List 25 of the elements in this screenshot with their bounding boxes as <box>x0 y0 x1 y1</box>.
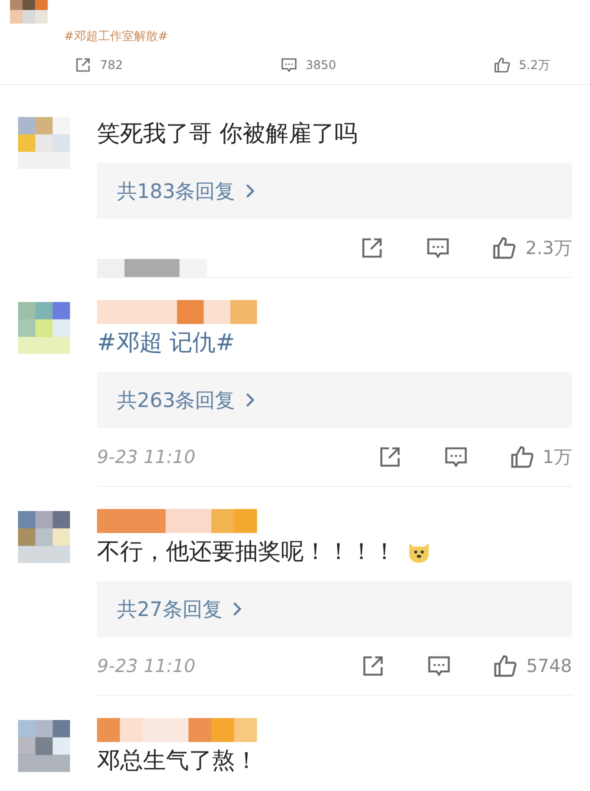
like-count: 1万 <box>542 446 572 469</box>
comment-text: #邓超 记仇# <box>97 329 235 358</box>
replies-link[interactable]: 共263条回复 <box>97 372 572 428</box>
thumbs-up-icon[interactable] <box>491 235 518 261</box>
replies-link[interactable]: 共27条回复 <box>97 581 572 637</box>
chevron-right-icon <box>232 601 242 617</box>
comment-count: 3850 <box>306 58 336 72</box>
comment-text: 邓总生气了熬！ <box>97 747 258 776</box>
chevron-right-icon <box>245 183 256 199</box>
like-count: 2.3万 <box>525 237 572 260</box>
thumbs-up-icon[interactable] <box>492 56 511 74</box>
comment-text: 笑死我了哥 你被解雇了吗 <box>97 120 358 149</box>
share-icon[interactable] <box>74 56 92 74</box>
chevron-right-icon <box>245 392 256 408</box>
hashtag-link[interactable]: #邓超工作室解散# <box>64 28 168 45</box>
comment-text: 不行，他还要抽奖呢！！！！ <box>97 538 396 567</box>
like-count: 5748 <box>526 656 572 676</box>
comment-time: 9-23 11:10 <box>97 656 196 676</box>
comment-time: 9-23 11:10 <box>97 446 196 468</box>
repost-count: 782 <box>100 58 123 72</box>
like-count: 5.2万 <box>518 56 550 74</box>
comment-icon[interactable] <box>280 56 298 74</box>
thumbs-up-icon[interactable] <box>508 444 535 470</box>
replies-link[interactable]: 共183条回复 <box>97 163 572 219</box>
thumbs-up-icon[interactable] <box>492 653 518 679</box>
